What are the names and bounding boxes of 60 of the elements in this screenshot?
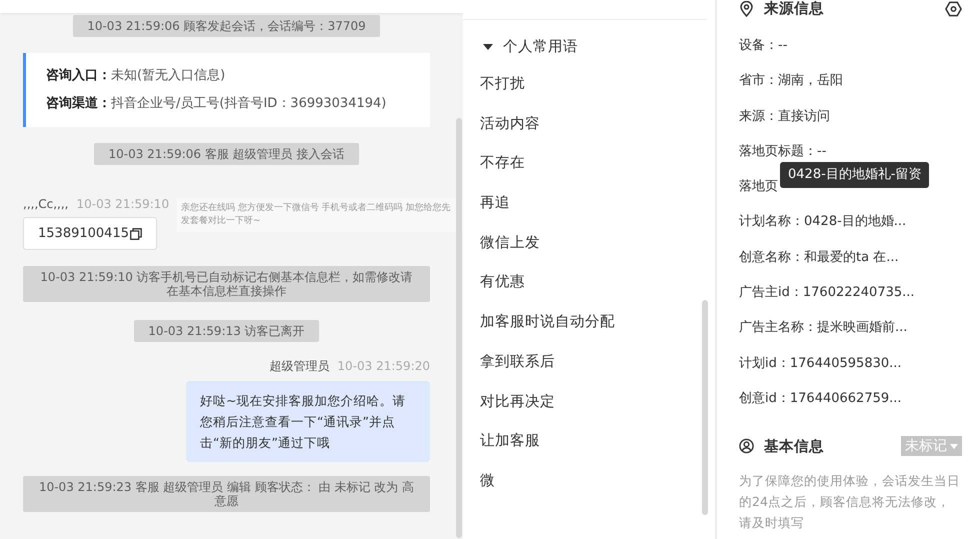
field-label: 计划名称： [739,214,804,230]
quick-reply-item[interactable]: 加客服时说自动分配 [463,312,715,352]
field-value: -- [778,38,788,54]
message-time: 10-03 21:59:20 [337,359,430,373]
sender-name: 超级管理员 [269,358,330,375]
field-value: 和最爱的ta 在... [804,250,899,266]
message-time: 10-03 21:59:10 [76,197,170,211]
field-label: 落地页标题： [739,144,817,160]
quick-reply-item[interactable]: 有优惠 [463,272,715,312]
quick-reply-item[interactable]: 微信上发 [463,232,715,272]
notice-text: 为了保障您的使用体验，会话发生当日的24点之后，顾客信息将无法修改，请及时填写 [739,472,961,532]
info-value: 未知(暂无入口信息) [111,68,226,83]
user-icon [739,438,754,454]
info-label: 咨询入口： [46,68,111,83]
system-notice: 10-03 21:59:10 访客手机号已自动标记右侧基本信息栏，如需修改请在基本信息栏直接操作 [23,266,430,302]
field-value: 176440662759... [790,390,902,407]
field-label: 落地页 [739,179,778,196]
copy-icon[interactable] [130,228,142,240]
section-title: 基本信息 [764,438,824,456]
caret-down-icon [950,444,958,449]
field-label: 计划id： [739,356,790,372]
message-bubble: 好哒~现在安排客服加您介绍哈。请您稍后注意查看一下“通讯录”并点击“新的朋友”通过下哦 [186,381,430,462]
field-label: 创意id： [739,390,790,407]
quick-reply-item[interactable]: 对比再决定 [463,392,715,432]
info-label: 咨询渠道： [46,96,111,111]
field-label: 来源： [739,108,778,125]
section-title: 来源信息 [764,0,824,18]
field-label: 省市： [739,73,778,90]
field-value: 176022240735... [802,285,915,302]
settings-icon[interactable] [945,0,962,16]
quick-reply-item[interactable]: 不打扰 [463,74,715,114]
message-preview-popup: 亲您还在线吗 您方便发一下微信号 手机号或者二维码吗 加您给您先发套餐对比一下呀~ [177,198,463,232]
scrollbar[interactable] [702,300,708,515]
tooltip: 0428-目的地婚礼-留资 [780,162,930,188]
quick-reply-item[interactable]: 活动内容 [463,114,715,154]
quick-reply-item[interactable]: 不存在 [463,153,715,194]
field-value: 提米映画婚前... [817,320,908,336]
field-value: 湖南，岳阳 [778,73,843,90]
field-label: 广告主id： [739,285,803,302]
system-notice: 10-03 21:59:06 顾客发起会话，会话编号：37709 [73,15,380,37]
quick-reply-item[interactable]: 再追 [463,193,715,233]
field-label: 广告主名称： [739,320,817,336]
field-value: 176440595830... [790,356,902,372]
field-value: 直接访问 [778,108,830,125]
message-text: 15389100415 [38,226,129,241]
info-value: 抖音企业号/员工号(抖音号ID：36993034194) [111,96,386,111]
scrollbar[interactable] [456,118,462,538]
group-header[interactable]: 个人常用语 [463,20,715,56]
location-pin-icon [739,0,754,16]
quick-reply-item[interactable]: 让加客服 [463,431,715,471]
field-value: -- [817,144,826,160]
system-notice: 10-03 21:59:06 客服 超级管理员 接入会话 [94,143,359,165]
system-notice: 10-03 21:59:23 客服 超级管理员 编辑 顾客状态： 由 未标记 改为 高意愿 [23,476,430,512]
field-label: 设备： [739,38,778,54]
system-notice: 10-03 21:59:13 访客已离开 [134,320,319,342]
quick-reply-item[interactable]: 微 [463,470,715,511]
sender-name: ,,,,Cc,,,, [23,197,68,211]
field-value: 0428-目的地婚... [804,214,906,230]
field-label: 创意名称： [739,250,804,266]
quick-reply-item[interactable]: 拿到联系后 [463,352,715,392]
